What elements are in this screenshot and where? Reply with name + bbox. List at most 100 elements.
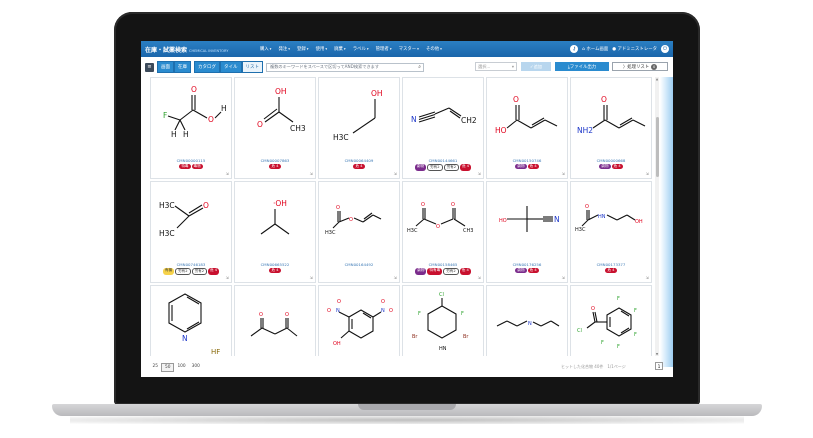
nav-item-register[interactable]: 登録▾ <box>294 46 313 52</box>
power-icon[interactable]: ⏻ <box>661 45 669 53</box>
cart-icon[interactable]: ⇲ <box>562 275 565 280</box>
atom-label: HN <box>598 214 606 220</box>
compound-card[interactable]: O NH2 CMN00000668 劇物 危 4 ⇲ <box>570 77 652 179</box>
compound-id[interactable]: CMN00164492 <box>319 262 399 267</box>
cart-icon[interactable]: ⇲ <box>310 171 313 176</box>
page-size-25[interactable]: 25 <box>150 363 160 372</box>
compound-card[interactable]: Cl F F Br Br HN <box>402 285 484 356</box>
compound-id[interactable]: CMN00064409 <box>319 158 399 163</box>
hazard-badges: 危 4 <box>319 164 399 170</box>
compound-card[interactable]: O H3C HN OH CMN00173377 危 4 ⇲ <box>570 181 652 283</box>
cart-icon[interactable]: ⇲ <box>478 275 481 280</box>
cart-icon[interactable]: ⇲ <box>226 171 229 176</box>
compound-card[interactable]: O O H F H H CMN00000115 特毒 毒物 ⇲ <box>150 77 232 179</box>
hazard-badges: 危 4 <box>571 268 651 274</box>
compound-card[interactable]: OH O CH3 CMN00007863 危 4 ⇲ <box>234 77 316 179</box>
compound-id[interactable]: CMN00000668 <box>571 158 651 163</box>
grid-scrollbar[interactable]: ▲ ▼ <box>655 77 659 356</box>
nav-item-master[interactable]: マスター▾ <box>395 46 422 52</box>
cart-icon[interactable]: ⇲ <box>226 275 229 280</box>
page-size-50[interactable]: 50 <box>161 362 174 372</box>
search-input[interactable]: 複数のキーワードをスペースで区切ってAND検索できます ⌕ <box>266 62 424 72</box>
user-menu[interactable]: ● アドミニストレータ <box>612 46 657 52</box>
cart-icon[interactable]: ⇲ <box>394 171 397 176</box>
scroll-thumb[interactable] <box>655 117 659 177</box>
page-size-selector: 25 50 100 300 <box>150 362 202 372</box>
file-export-button[interactable]: ⤓ ファイル出力 <box>555 62 609 71</box>
nav-item-use[interactable]: 使用▾ <box>312 46 331 52</box>
cart-icon[interactable]: ⇲ <box>478 171 481 176</box>
compound-card[interactable]: O O <box>234 285 316 356</box>
compound-card[interactable]: HO N CMN00176256 劇物 危 4 ⇲ <box>486 181 568 283</box>
nav-item-purchase[interactable]: 購入▾ <box>256 46 275 52</box>
page-number-button[interactable]: 1 <box>655 362 663 370</box>
key-icon[interactable]: ⚷ <box>570 45 579 53</box>
atom-label: OH <box>371 89 383 98</box>
compound-id[interactable]: CMN00746183 <box>151 262 231 267</box>
compound-card[interactable]: O HO CMN00150746 劇物 危 4 ⇲ <box>486 77 568 179</box>
atom-label: O <box>436 224 440 230</box>
compound-id[interactable]: CMN00665522 <box>235 262 315 267</box>
compound-id[interactable]: CMN00150746 <box>487 158 567 163</box>
page-size-100[interactable]: 100 <box>175 363 188 372</box>
compound-id[interactable]: CMN00007863 <box>235 158 315 163</box>
badge: 危 4 <box>269 268 281 274</box>
compound-id[interactable]: CMN00176256 <box>487 262 567 267</box>
cart-icon[interactable]: ⇲ <box>310 275 313 280</box>
home-link[interactable]: ⌂ ホーム画面 <box>582 46 608 52</box>
pagination-footer: 25 50 100 300 ヒットした化合物 40件 1/1ページ 1 <box>141 359 673 375</box>
nav-item-admin[interactable]: 管理者▾ <box>372 46 395 52</box>
nav-item-label[interactable]: ラベル▾ <box>349 46 372 52</box>
cart-icon[interactable]: ⇲ <box>646 171 649 176</box>
compound-card[interactable]: F F F F F O Cl <box>570 285 652 356</box>
toggle-catalog[interactable]: カタログ <box>194 61 220 73</box>
compound-card[interactable]: N HF <box>150 285 232 356</box>
compound-card[interactable]: ·OH CMN00665522 危 4 ⇲ <box>234 181 316 283</box>
compound-id[interactable]: CMN00158465 <box>403 262 483 267</box>
atom-label: F <box>163 111 167 120</box>
structure-image: O H3C O <box>325 205 382 236</box>
atom-label: N <box>554 215 560 224</box>
atom-label: O <box>591 306 595 312</box>
hamburger-icon[interactable]: ≡ <box>145 62 154 72</box>
atom-label: OH <box>333 341 341 347</box>
nav-item-order[interactable]: 発注▾ <box>275 46 294 52</box>
hazard-badges: 劇物 危 4 <box>487 268 567 274</box>
action-select[interactable]: 選択... ▾ <box>475 62 517 71</box>
atom-label: H3C <box>159 229 175 238</box>
compound-card[interactable]: O H3C O O CH3 CMN00158465 劇物 特有毒 労有2 危 4… <box>402 181 484 283</box>
cart-icon[interactable]: ⇲ <box>646 275 649 280</box>
add-button[interactable]: ✓ 追加 <box>521 62 551 71</box>
toggle-screen[interactable]: 画面 <box>157 61 174 73</box>
atom-label: O <box>585 204 589 210</box>
process-list-button[interactable]: 〉処理リスト 0 <box>612 62 668 71</box>
search-icon[interactable]: ⌕ <box>418 64 421 70</box>
compound-id[interactable]: CMN00000115 <box>151 158 231 163</box>
page-size-300[interactable]: 300 <box>189 363 202 372</box>
scroll-down-icon[interactable]: ▼ <box>655 352 659 356</box>
compound-card[interactable]: N CH2 CMN00144661 劇物 労有2 労有2 危 4 ⇲ <box>402 77 484 179</box>
atom-label: Cl <box>577 328 582 334</box>
atom-label: Br <box>463 334 469 340</box>
nav-item-dispose[interactable]: 廃棄▾ <box>331 46 350 52</box>
compound-id[interactable]: CMN00173377 <box>571 262 651 267</box>
compound-card[interactable]: O H3C O CMN00164492 ⇲ <box>318 181 400 283</box>
toggle-stock[interactable]: 在庫 <box>174 61 191 73</box>
compound-card[interactable]: OH H3C CMN00064409 危 4 ⇲ <box>318 77 400 179</box>
compound-card[interactable]: H3C O H3C CMN00746183 有機 労有2 労有2 危 4 ⇲ <box>150 181 232 283</box>
app-logo[interactable]: 在庫・試薬検索 CHEMICAL INVENTORY <box>141 45 232 54</box>
atom-label: ·OH <box>273 199 287 208</box>
header-right: ⚷ ⌂ ホーム画面 ● アドミニストレータ ⏻ <box>570 45 673 53</box>
atom-label: F <box>418 311 421 317</box>
cart-icon[interactable]: ⇲ <box>394 275 397 280</box>
toggle-list[interactable]: リスト <box>241 61 263 73</box>
compound-card[interactable]: N <box>486 285 568 356</box>
scroll-up-icon[interactable]: ▲ <box>655 77 659 81</box>
compound-card[interactable]: O N O N O O OH <box>318 285 400 356</box>
nav-item-other[interactable]: その他▾ <box>422 46 445 52</box>
compound-id[interactable]: CMN00144661 <box>403 158 483 163</box>
structure-image: HO N <box>499 206 560 232</box>
toggle-tile[interactable]: タイル <box>220 61 242 73</box>
badge: 労有2 <box>191 268 208 276</box>
cart-icon[interactable]: ⇲ <box>562 171 565 176</box>
